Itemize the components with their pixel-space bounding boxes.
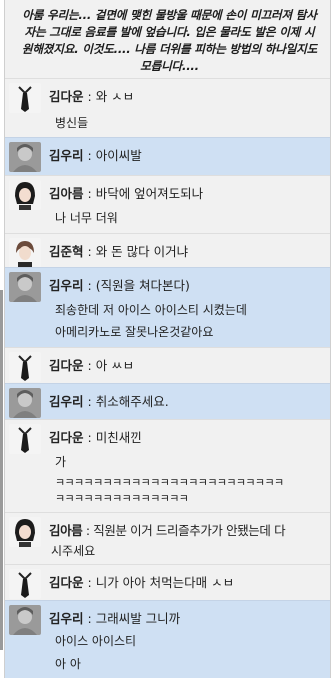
message-continuation: 병신들 — [55, 116, 89, 130]
chat-message: 김우리 : (직원을 쳐다본다) 죄송한데 저 아이스 아이스티 시켰는데 아메… — [5, 267, 330, 347]
message-continuation: ㅋㅋㅋㅋㅋㅋㅋㅋㅋㅋㅋㅋㅋㅋㅋㅋㅋㅋㅋㅋㅋㅋㅋㅋ — [55, 476, 284, 489]
sender-name: 김아름 — [49, 523, 83, 538]
sender-name: 김다운 — [49, 575, 84, 590]
sender-name: 김우리 — [49, 394, 84, 409]
chat-message: 김다운 : 니가 아아 처먹는다매 ㅅㅂ — [5, 564, 330, 600]
chat-message: 김다운 : 아 ㅆㅂ — [5, 347, 330, 383]
message-text: 취소해주세요. — [95, 394, 169, 409]
dark-hair-portrait-icon — [9, 517, 41, 547]
message-text: 니가 아아 처먹는다매 ㅅㅂ — [95, 575, 235, 590]
chat-message: 김다운 : 미친새낀 가 ㅋㅋㅋㅋㅋㅋㅋㅋㅋㅋㅋㅋㅋㅋㅋㅋㅋㅋㅋㅋㅋㅋㅋㅋ ㅋㅋ… — [5, 419, 330, 512]
gray-portrait-icon — [9, 272, 41, 302]
narration-text: 아룸 우리는... 겉면에 맺힌 물방울 때문에 손이 미끄러져 탐사자는 그대… — [21, 8, 318, 73]
message-text: 와 돈 많다 이거냐 — [95, 244, 189, 259]
gray-portrait-icon — [9, 388, 41, 418]
message-text: 직원분 이거 드리즐추가가 안됐는데 다 — [93, 523, 286, 538]
sender-name: 김우리 — [49, 611, 84, 626]
chat-log-panel: 아룸 우리는... 겉면에 맺힌 물방울 때문에 손이 미끄러져 탐사자는 그대… — [4, 0, 331, 678]
message-continuation: 아메리카노로 잘못나온것같아요 — [55, 325, 214, 339]
tie-icon — [9, 569, 41, 599]
sender-name: 김아름 — [49, 186, 84, 201]
sender-name: 김다운 — [49, 358, 84, 373]
sender-name: 김다운 — [49, 430, 84, 445]
sender-name: 김다운 — [49, 89, 84, 104]
message-continuation: 아 아 — [55, 657, 81, 671]
dark-hair-portrait-icon — [9, 180, 41, 210]
message-text: 와 ㅅㅂ — [95, 89, 135, 104]
tie-icon — [9, 83, 41, 113]
message-text: 바닥에 엎어져도되나 — [95, 186, 204, 201]
chat-message: 김아름 : 직원분 이거 드리즐추가가 안됐는데 다 시주세요 — [5, 512, 330, 564]
tie-icon — [9, 424, 41, 454]
chat-message: 김우리 : 아이씨발 — [5, 137, 330, 175]
sender-name: 김우리 — [49, 148, 84, 163]
chat-message: 김아름 : 바닥에 엎어져도되나 나 너무 더워 — [5, 175, 330, 233]
chat-message: 김우리 : 취소해주세요. — [5, 383, 330, 419]
sender-name: 김우리 — [49, 278, 84, 293]
brown-hair-portrait-icon — [9, 238, 41, 268]
tie-icon — [9, 352, 41, 382]
message-text: 미친새낀 — [95, 430, 142, 445]
message-text: (직원을 쳐다본다) — [95, 278, 190, 293]
sender-name: 김준혁 — [49, 244, 84, 259]
chat-message: 김우리 : 그래씨발 그니까 아이스 아이스티 아 아 — [5, 600, 330, 678]
scrollbar[interactable] — [0, 290, 3, 650]
gray-portrait-icon — [9, 142, 41, 172]
message-text: 그래씨발 그니까 — [95, 611, 181, 626]
message-continuation: 아이스 아이스티 — [55, 634, 137, 648]
chat-message: 김준혁 : 와 돈 많다 이거냐 — [5, 233, 330, 268]
message-text: 아 ㅆㅂ — [95, 358, 135, 373]
message-continuation: 죄송한데 저 아이스 아이스티 시켰는데 — [55, 303, 247, 317]
chat-message: 김다운 : 와 ㅅㅂ 병신들 — [5, 78, 330, 137]
message-continuation: 시주세요 — [51, 544, 96, 558]
message-continuation: 가 — [55, 455, 67, 469]
message-text: 아이씨발 — [95, 148, 142, 163]
message-continuation: 나 너무 더워 — [55, 211, 118, 225]
gray-portrait-icon — [9, 605, 41, 635]
message-continuation: ㅋㅋㅋㅋㅋㅋㅋㅋㅋㅋㅋㅋㅋㅋ — [55, 492, 189, 505]
